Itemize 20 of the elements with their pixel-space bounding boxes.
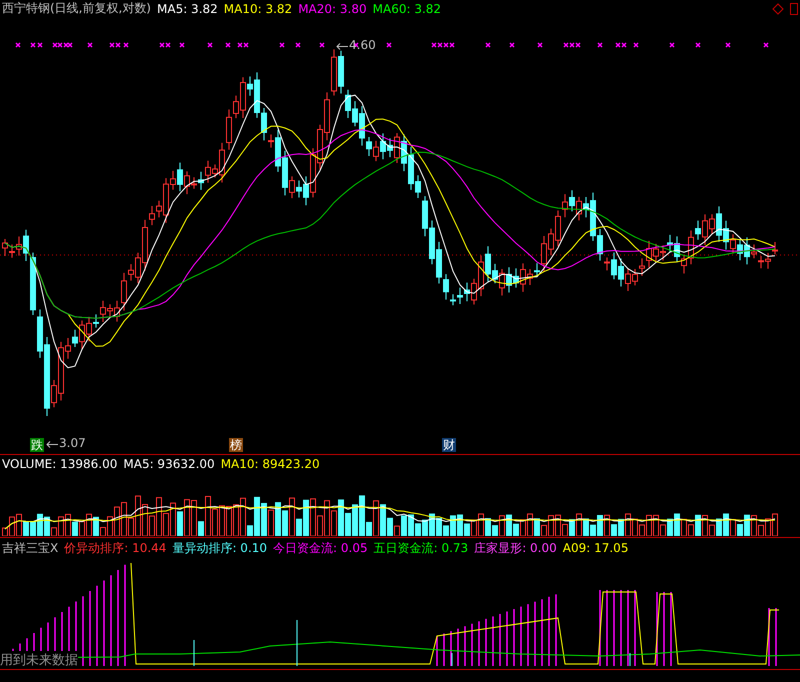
indicator-value: A09: 17.05 (562, 541, 628, 556)
indicator-value: 今日资金流: 0.05 (273, 540, 368, 557)
moving-average-value: MA5: 3.82 (157, 2, 218, 16)
moving-average-value: MA60: 3.82 (372, 2, 442, 16)
volume-value: MA10: 89423.20 (220, 457, 320, 472)
moving-average-value: MA20: 3.80 (298, 2, 367, 16)
volume-value: VOLUME: 13986.00 (2, 457, 118, 472)
indicator-value: 价异动排序: 10.44 (64, 540, 166, 557)
low-price-label: 3.07 (59, 436, 86, 450)
moving-average-value: MA10: 3.82 (224, 2, 292, 16)
indicator-value: 量异动排序: 0.10 (172, 540, 268, 557)
signal-marker: 财 (442, 438, 456, 452)
indicator-title: 吉祥三宝X (2, 540, 58, 557)
stock-title: 西宁特钢(日线,前复权,对数) (2, 0, 151, 18)
high-price-label: 4.60 (349, 38, 376, 52)
signal-marker: 跌 (30, 438, 44, 452)
signal-marker: 榜 (229, 438, 243, 452)
volume-value: MA5: 93632.00 (123, 457, 215, 472)
indicator-value: 五日资金流: 0.73 (374, 540, 468, 557)
indicator-value: 庄家显形: 0.00 (474, 540, 557, 557)
